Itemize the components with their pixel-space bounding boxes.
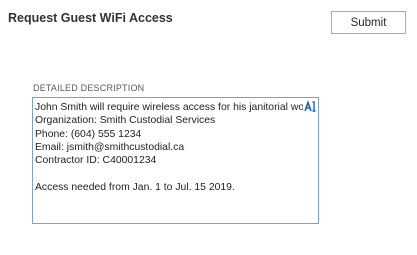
spellcheck-icon-glyph xyxy=(303,99,315,112)
submit-button[interactable]: Submit xyxy=(331,11,406,34)
description-label: DETAILED DESCRIPTION xyxy=(33,83,145,93)
page-title: Request Guest WiFi Access xyxy=(8,11,173,25)
description-text[interactable]: John Smith will require wireless access … xyxy=(33,98,318,194)
description-textarea[interactable]: John Smith will require wireless access … xyxy=(32,97,319,224)
spellcheck-icon[interactable] xyxy=(303,99,317,112)
